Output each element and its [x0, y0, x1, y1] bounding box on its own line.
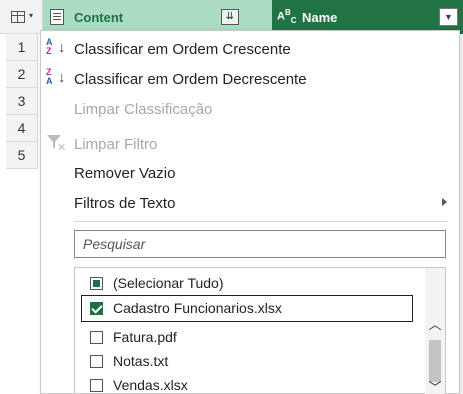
filter-values-list: (Selecionar Tudo) Cadastro Funcionarios.… — [74, 267, 446, 394]
column-header-label: Content — [74, 10, 124, 25]
filter-dropdown-button[interactable]: ▼ — [439, 8, 458, 26]
chevron-up-icon[interactable]: ︿ — [428, 318, 442, 331]
row-number[interactable]: 1 — [6, 34, 38, 61]
checkbox[interactable] — [90, 277, 103, 290]
row-number[interactable]: 5 — [6, 142, 38, 169]
chevron-down-icon: ▾ — [29, 11, 34, 20]
sort-ascending-item[interactable]: AZ ↓ Classificar em Ordem Crescente — [41, 35, 459, 63]
column-header-name[interactable]: ABC Name ▼ — [272, 0, 463, 34]
clear-sort-item[interactable]: Limpar Classificação — [41, 95, 459, 123]
menu-item-label: Limpar Filtro — [74, 136, 158, 153]
list-item[interactable]: Cadastro Funcionarios.xlsx — [81, 295, 413, 322]
text-filters-item[interactable]: Filtros de Texto — [41, 189, 459, 217]
list-item[interactable]: Vendas.xlsx — [75, 372, 415, 394]
table-menu-button[interactable]: ▾ — [0, 0, 43, 34]
scrollbar-thumb[interactable] — [429, 340, 441, 382]
menu-item-label: Limpar Classificação — [74, 101, 213, 118]
chevron-right-icon — [442, 198, 447, 206]
list-item-label: Vendas.xlsx — [113, 377, 188, 393]
sort-ascending-icon: AZ ↓ — [46, 37, 66, 57]
menu-item-label: Classificar em Ordem Crescente — [74, 41, 291, 58]
menu-item-label: Classificar em Ordem Decrescente — [74, 71, 307, 88]
table-icon — [11, 11, 25, 23]
menu-item-label: Filtros de Texto — [74, 195, 176, 212]
remove-empty-item[interactable]: Remover Vazio — [41, 159, 459, 187]
list-item-label: Fatura.pdf — [113, 329, 177, 345]
menu-item-label: Remover Vazio — [74, 165, 176, 182]
column-header-label: Name — [302, 10, 338, 25]
list-item-select-all[interactable]: (Selecionar Tudo) — [75, 270, 415, 297]
checkbox[interactable] — [90, 331, 103, 344]
row-number[interactable]: 3 — [6, 88, 38, 115]
column-header-row: ▾ Content ⇊ ABC Name ▼ — [0, 0, 463, 34]
list-item[interactable]: Fatura.pdf — [75, 324, 415, 351]
list-item-label: Notas.txt — [113, 353, 169, 369]
clear-filter-item[interactable]: ✕ Limpar Filtro — [41, 130, 459, 158]
column-header-content[interactable]: Content ⇊ — [43, 0, 272, 34]
binary-type-icon — [50, 9, 64, 25]
clear-filter-icon: ✕ — [46, 133, 66, 155]
sort-descending-icon: ZA ↓ — [46, 67, 66, 87]
row-number[interactable]: 4 — [6, 115, 38, 142]
row-number[interactable]: 2 — [6, 61, 38, 88]
list-item-label: Cadastro Funcionarios.xlsx — [113, 300, 282, 316]
chevron-down-icon[interactable]: ﹀ — [428, 381, 442, 394]
search-input[interactable] — [74, 230, 446, 258]
list-scrollbar[interactable]: ︿ ﹀ — [425, 268, 445, 394]
menu-separator — [74, 221, 448, 222]
checkbox[interactable] — [90, 302, 103, 315]
expand-column-icon[interactable]: ⇊ — [221, 9, 239, 25]
column-filter-menu: AZ ↓ Classificar em Ordem Crescente ZA ↓… — [40, 30, 460, 394]
list-item[interactable]: Notas.txt — [75, 348, 415, 375]
checkbox[interactable] — [90, 379, 103, 392]
checkbox[interactable] — [90, 355, 103, 368]
text-type-icon: ABC — [277, 8, 297, 25]
sort-descending-item[interactable]: ZA ↓ Classificar em Ordem Decrescente — [41, 65, 459, 93]
list-item-label: (Selecionar Tudo) — [113, 275, 224, 291]
